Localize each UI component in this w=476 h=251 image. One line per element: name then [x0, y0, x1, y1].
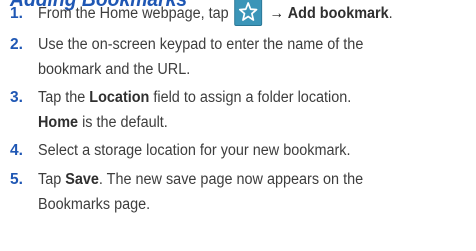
step-1-text: From the Home webpage, tap — [38, 5, 229, 22]
home-label: Home — [38, 114, 79, 131]
step-1-period: . — [388, 5, 393, 22]
step-1: 1. From the Home webpage, tap → Add bookma… — [10, 0, 470, 26]
step-3-text-post: field to assign a folder location. — [149, 89, 352, 106]
step-text: Tap Save. The new save page now appears … — [38, 167, 466, 217]
step-5: 5. Tap Save. The new save page now appea… — [10, 167, 470, 217]
step-number: 3. — [10, 89, 23, 106]
step-5-line-2: Bookmarks page. — [38, 196, 151, 213]
step-text: Select a storage location for your new b… — [38, 138, 466, 163]
arrow-icon: → — [269, 5, 285, 22]
add-bookmark-label: Add bookmark — [287, 5, 389, 22]
step-text: From the Home webpage, tap → Add bookmark. — [38, 0, 466, 26]
step-text: Tap the Location field to assign a folde… — [38, 85, 466, 135]
step-3-line-2-text: is the default. — [78, 114, 168, 131]
location-label: Location — [89, 89, 150, 106]
step-number: 1. — [10, 5, 23, 22]
step-3-text-pre: Tap the — [38, 89, 90, 106]
step-number: 4. — [10, 142, 23, 159]
step-4: 4. Select a storage location for your ne… — [10, 138, 470, 163]
step-5-text-pre: Tap — [38, 171, 66, 188]
step-2-line-2: bookmark and the URL. — [38, 61, 191, 78]
step-text: Use the on-screen keypad to enter the na… — [38, 32, 466, 82]
step-3: 3. Tap the Location field to assign a fo… — [10, 85, 470, 135]
step-number: 2. — [10, 36, 23, 53]
step-2-line-1: Use the on-screen keypad to enter the na… — [38, 36, 364, 53]
save-label: Save — [65, 171, 99, 188]
step-number: 5. — [10, 171, 23, 188]
step-2: 2. Use the on-screen keypad to enter the… — [10, 32, 470, 82]
step-4-line-1: Select a storage location for your new b… — [38, 142, 351, 159]
bookmark-star-icon — [234, 0, 263, 26]
bookmarks-instructions-page: Adding Bookmarks 1. From the Home webpag… — [0, 0, 476, 251]
step-5-text-post: . The new save page now appears on the — [98, 171, 364, 188]
